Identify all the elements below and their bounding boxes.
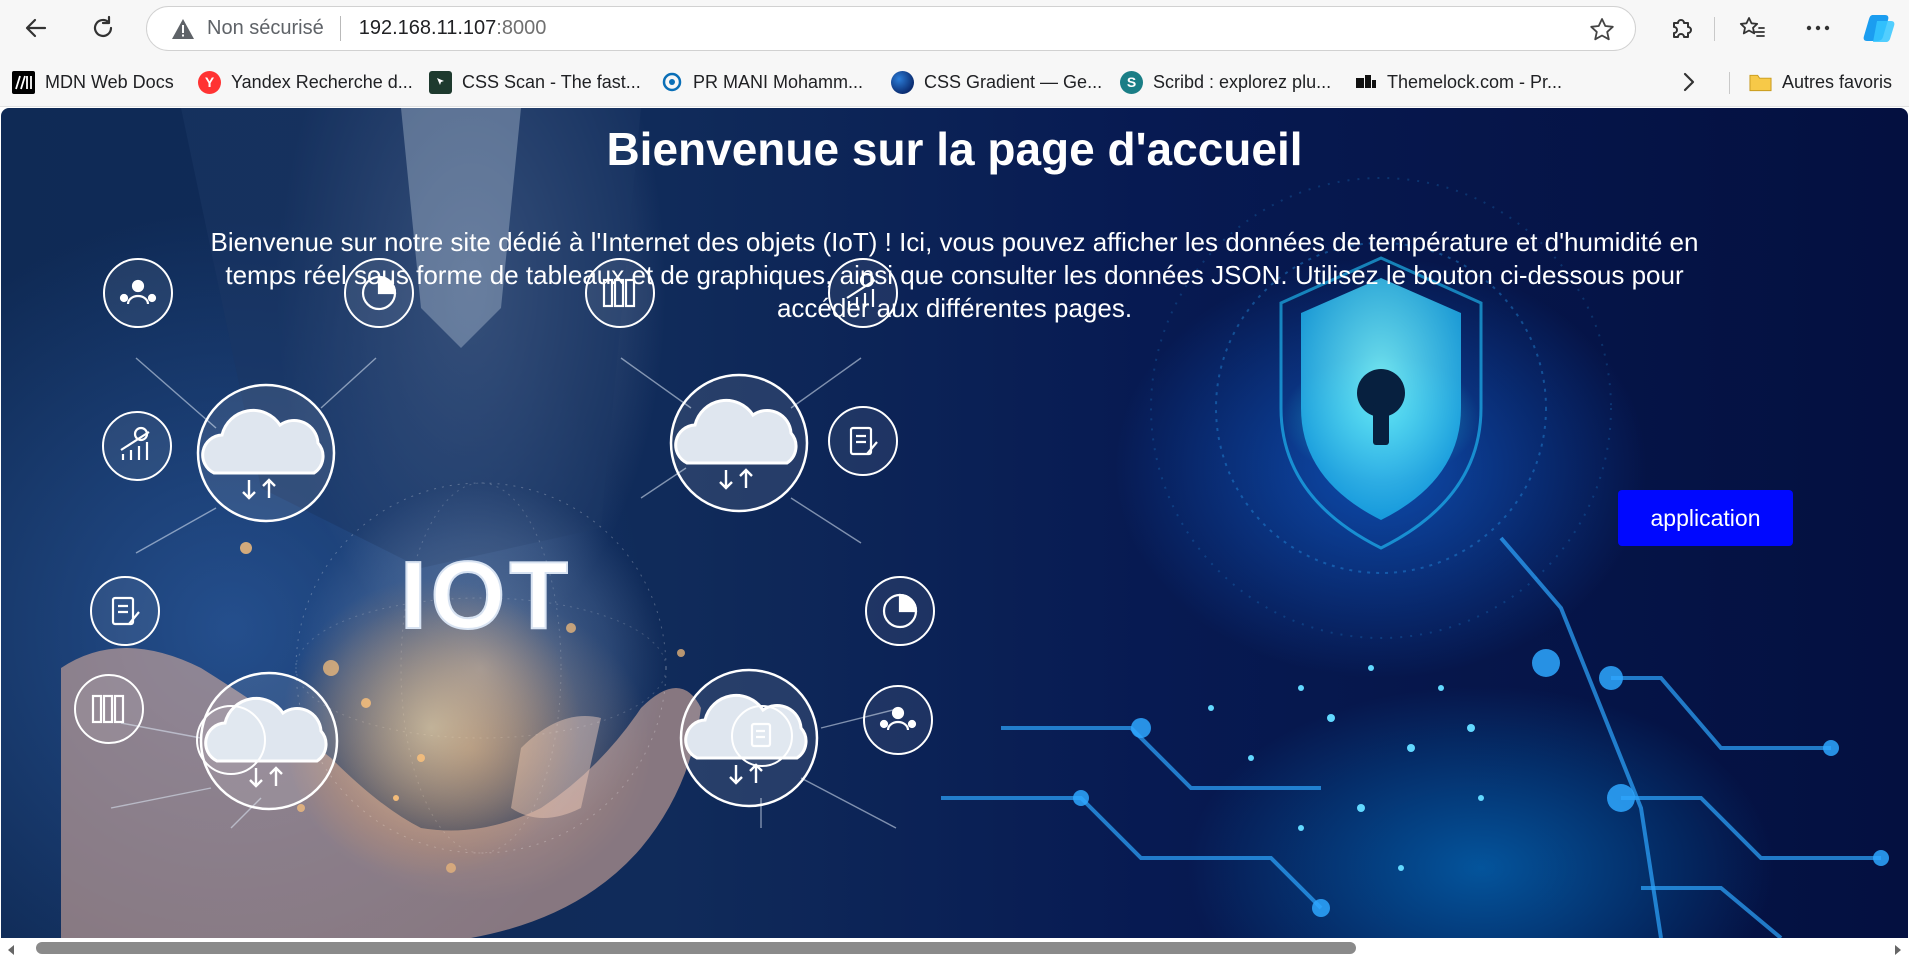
more-bookmarks-button[interactable] — [1682, 68, 1696, 96]
bookmark-yandex[interactable]: Y Yandex Recherche d... — [198, 68, 413, 96]
css-scan-icon — [429, 70, 452, 94]
server-rack-icon — [74, 674, 144, 744]
bookmarks-divider — [1729, 72, 1730, 94]
browser-toolbar: Non sécurisé 192.168.11.107:8000 — [0, 0, 1909, 57]
people-network-icon — [103, 258, 173, 328]
page-title: Bienvenue sur la page d'accueil — [606, 123, 1303, 175]
application-button[interactable]: application — [1618, 490, 1793, 546]
security-label[interactable]: Non sécurisé — [207, 17, 324, 40]
warning-icon[interactable] — [171, 18, 195, 40]
bookmark-css-scan[interactable]: CSS Scan - The fast... — [429, 68, 641, 96]
bookmark-label: Yandex Recherche d... — [231, 71, 413, 92]
themelock-icon — [1354, 71, 1377, 94]
mdn-icon — [12, 70, 35, 94]
finance-growth-icon — [102, 411, 172, 481]
bookmark-mdn[interactable]: MDN Web Docs — [12, 68, 174, 96]
favorites-button[interactable] — [1731, 8, 1773, 48]
page-viewport: IOT Bienvenue sur la page d'accueil Bien… — [1, 108, 1908, 938]
copilot-icon — [1863, 15, 1895, 42]
back-button[interactable] — [15, 8, 57, 48]
scribd-icon: S — [1120, 70, 1143, 94]
copilot-button[interactable] — [1859, 8, 1901, 48]
bookmark-label: CSS Scan - The fast... — [462, 71, 641, 92]
reload-icon — [93, 15, 113, 37]
people-network-icon — [863, 685, 933, 755]
iot-hero-text: IOT — [400, 542, 572, 649]
bookmark-label: Themelock.com - Pr... — [1387, 71, 1563, 92]
intro-paragraph: Bienvenue sur notre site dédié à l'Inter… — [210, 227, 1699, 323]
cloud-node-icon — [196, 383, 336, 523]
bookmark-label: MDN Web Docs — [45, 71, 174, 92]
bookmark-label: CSS Gradient — Ge... — [924, 71, 1103, 92]
folder-icon — [1749, 71, 1772, 94]
bookmark-pr[interactable]: PR MANI Mohamm... — [660, 68, 863, 96]
scroll-left-arrow-icon[interactable] — [6, 943, 16, 961]
extensions-button[interactable] — [1660, 8, 1702, 48]
url-port[interactable]: :8000 — [496, 17, 546, 40]
url-host[interactable]: 192.168.11.107 — [359, 17, 497, 40]
bookmarks-bar: MDN Web Docs Y Yandex Recherche d... CSS… — [0, 57, 1909, 107]
horizontal-scrollbar[interactable] — [0, 938, 1909, 961]
other-favorites-label: Autres favoris — [1782, 71, 1893, 92]
chevron-right-icon — [1683, 72, 1695, 92]
bookmark-label: Scribd : explorez plu... — [1153, 71, 1332, 92]
toolbar-divider — [1714, 17, 1715, 41]
puzzle-icon — [1673, 19, 1692, 38]
favorite-star-icon[interactable] — [1589, 17, 1615, 48]
more-options-button[interactable] — [1797, 8, 1839, 48]
bookmark-scribd[interactable]: S Scribd : explorez plu... — [1120, 68, 1331, 96]
reload-button[interactable] — [82, 8, 124, 48]
address-separator — [339, 16, 341, 41]
css-gradient-icon — [891, 70, 914, 94]
bookmark-label: PR MANI Mohamm... — [693, 71, 864, 92]
address-bar[interactable]: Non sécurisé 192.168.11.107:8000 — [146, 6, 1636, 51]
bookmark-css-gradient[interactable]: CSS Gradient — Ge... — [891, 68, 1102, 96]
bookmark-themelock[interactable]: Themelock.com - Pr... — [1354, 68, 1562, 96]
finance-growth-icon — [196, 705, 266, 775]
yandex-icon: Y — [198, 70, 221, 94]
back-arrow-icon — [25, 18, 47, 38]
cloud-node-icon — [669, 373, 809, 513]
scroll-right-arrow-icon[interactable] — [1893, 943, 1903, 961]
ellipsis-icon — [1806, 25, 1830, 31]
pr-icon — [660, 71, 683, 94]
other-favorites[interactable]: Autres favoris — [1749, 68, 1892, 96]
favorites-list-icon — [1739, 17, 1765, 37]
scrollbar-thumb[interactable] — [36, 942, 1356, 954]
